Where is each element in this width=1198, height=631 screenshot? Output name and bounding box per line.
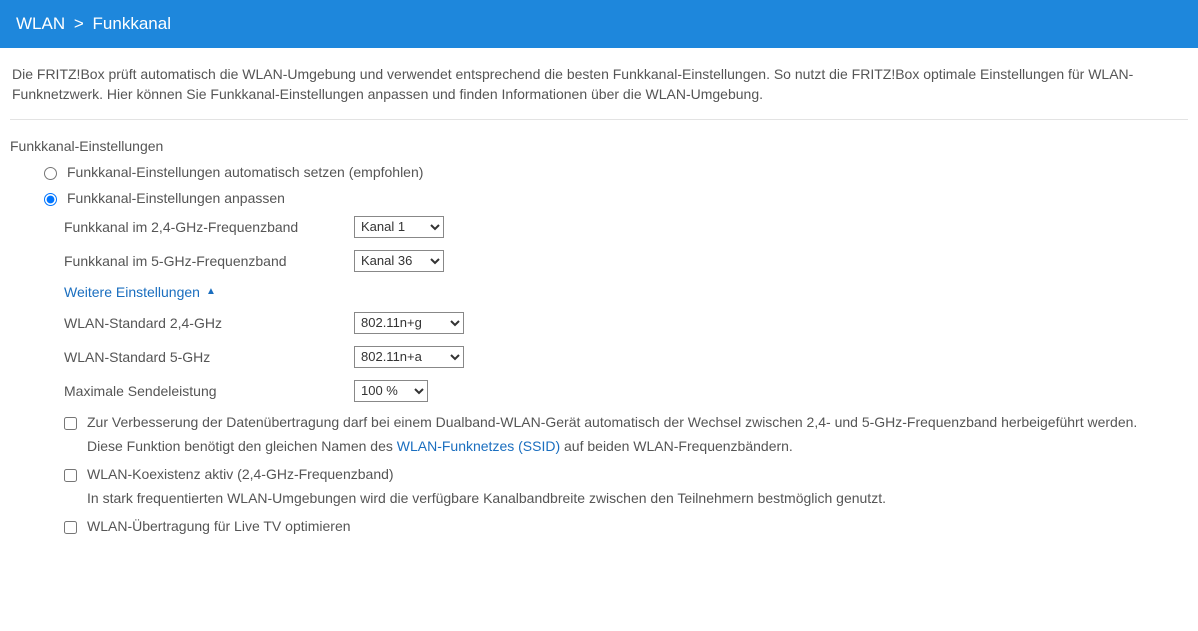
checkbox-bandswitch-sub: Diese Funktion benötigt den gleichen Nam… bbox=[87, 436, 1188, 456]
content-area: Die FRITZ!Box prüft automatisch die WLAN… bbox=[0, 48, 1198, 564]
checkbox-coexist-sub: In stark frequentierten WLAN-Umgebungen … bbox=[87, 488, 1188, 508]
ssid-link[interactable]: WLAN-Funknetzes (SSID) bbox=[397, 438, 560, 454]
triangle-up-icon: ▲ bbox=[206, 286, 216, 297]
intro-text: Die FRITZ!Box prüft automatisch die WLAN… bbox=[10, 64, 1188, 105]
breadcrumb-current: Funkkanal bbox=[93, 14, 171, 33]
radio-option-auto: Funkkanal-Einstellungen automatisch setz… bbox=[10, 164, 1188, 180]
power-label: Maximale Sendeleistung bbox=[64, 383, 354, 399]
channel-5-select[interactable]: Kanal 36 bbox=[354, 250, 444, 272]
section-title: Funkkanal-Einstellungen bbox=[10, 138, 1188, 154]
setting-power: Maximale Sendeleistung 100 % bbox=[64, 380, 1188, 402]
checkbox-bandswitch[interactable] bbox=[64, 417, 77, 430]
checkbox-livetv-label[interactable]: WLAN-Übertragung für Live TV optimieren bbox=[87, 518, 1188, 534]
bandswitch-sub-prefix: Diese Funktion benötigt den gleichen Nam… bbox=[87, 438, 397, 454]
std-5-label: WLAN-Standard 5-GHz bbox=[64, 349, 354, 365]
checkbox-bandswitch-label[interactable]: Zur Verbesserung der Datenübertragung da… bbox=[87, 414, 1188, 430]
channel-5-label: Funkkanal im 5-GHz-Frequenzband bbox=[64, 253, 354, 269]
std-5-select[interactable]: 802.11n+a bbox=[354, 346, 464, 368]
checkbox-livetv[interactable] bbox=[64, 521, 77, 534]
bandswitch-sub-suffix: auf beiden WLAN-Frequenzbändern. bbox=[560, 438, 793, 454]
radio-auto-label[interactable]: Funkkanal-Einstellungen automatisch setz… bbox=[67, 164, 423, 180]
checkbox-livetv-row: WLAN-Übertragung für Live TV optimieren bbox=[10, 518, 1188, 534]
breadcrumb-parent: WLAN bbox=[16, 14, 65, 33]
std-24-select[interactable]: 802.11n+g bbox=[354, 312, 464, 334]
checkbox-coexist-row: WLAN-Koexistenz aktiv (2,4-GHz-Frequenzb… bbox=[10, 466, 1188, 508]
setting-channel-24: Funkkanal im 2,4-GHz-Frequenzband Kanal … bbox=[64, 216, 1188, 238]
channel-24-label: Funkkanal im 2,4-GHz-Frequenzband bbox=[64, 219, 354, 235]
more-settings-label: Weitere Einstellungen bbox=[64, 284, 200, 300]
page-header: WLAN > Funkkanal bbox=[0, 0, 1198, 48]
more-settings-toggle[interactable]: Weitere Einstellungen ▲ bbox=[64, 284, 216, 300]
divider bbox=[10, 119, 1188, 120]
radio-option-custom: Funkkanal-Einstellungen anpassen bbox=[10, 190, 1188, 206]
setting-std-24: WLAN-Standard 2,4-GHz 802.11n+g bbox=[64, 312, 1188, 334]
checkbox-coexist-label[interactable]: WLAN-Koexistenz aktiv (2,4-GHz-Frequenzb… bbox=[87, 466, 1188, 482]
std-24-label: WLAN-Standard 2,4-GHz bbox=[64, 315, 354, 331]
radio-custom[interactable] bbox=[44, 193, 57, 206]
setting-std-5: WLAN-Standard 5-GHz 802.11n+a bbox=[64, 346, 1188, 368]
radio-auto[interactable] bbox=[44, 167, 57, 180]
radio-custom-label[interactable]: Funkkanal-Einstellungen anpassen bbox=[67, 190, 285, 206]
setting-channel-5: Funkkanal im 5-GHz-Frequenzband Kanal 36 bbox=[64, 250, 1188, 272]
breadcrumb-separator: > bbox=[74, 14, 84, 33]
checkbox-coexist[interactable] bbox=[64, 469, 77, 482]
channel-24-select[interactable]: Kanal 1 bbox=[354, 216, 444, 238]
power-select[interactable]: 100 % bbox=[354, 380, 428, 402]
checkbox-bandswitch-row: Zur Verbesserung der Datenübertragung da… bbox=[10, 414, 1188, 456]
